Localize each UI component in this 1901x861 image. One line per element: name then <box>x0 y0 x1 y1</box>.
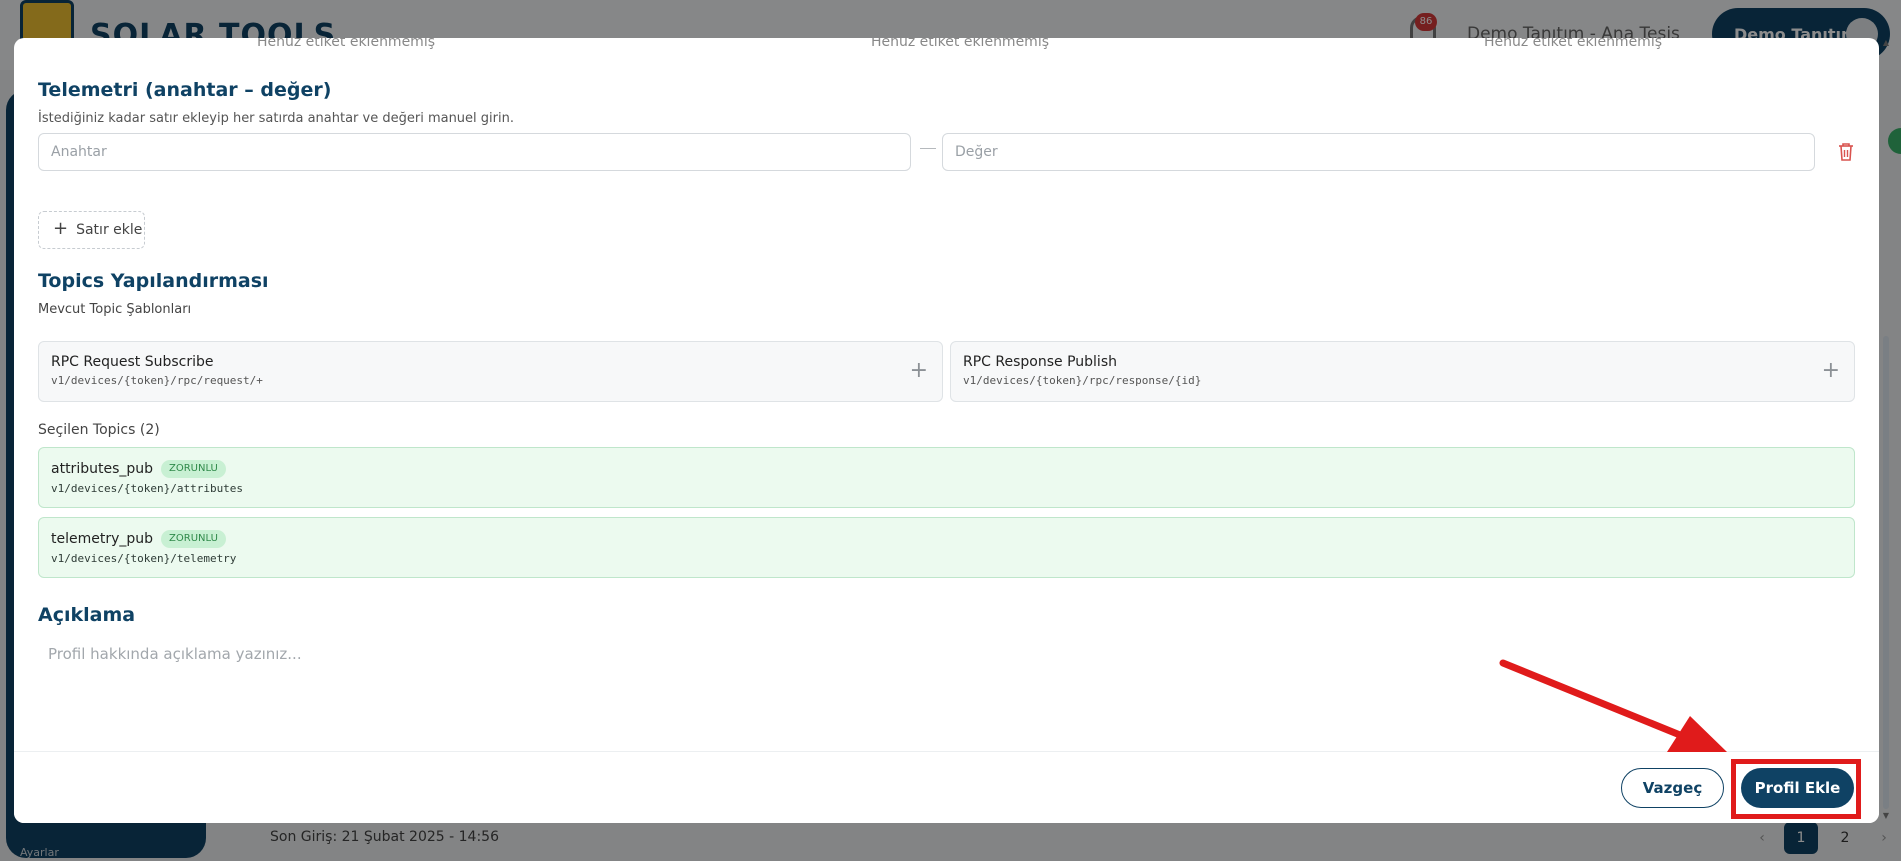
selected-topics-label: Seçilen Topics (2) <box>38 422 160 438</box>
modal-scrollbar[interactable]: ▲ ▼ <box>1881 38 1891 823</box>
topic-templates-label: Mevcut Topic Şablonları <box>38 302 192 317</box>
required-badge: ZORUNLU <box>161 530 226 548</box>
topics-section-title: Topics Yapılandırması <box>38 270 269 292</box>
selected-topic-path: v1/devices/{token}/attributes <box>51 482 244 495</box>
add-topic-icon[interactable]: + <box>910 358 928 383</box>
add-row-label: Satır ekle <box>76 222 143 238</box>
key-value-separator <box>920 148 936 149</box>
add-profile-modal: Henüz etiket eklenmemiş Henüz etiket ekl… <box>14 38 1879 823</box>
telemetry-value-input[interactable]: Değer <box>942 133 1815 171</box>
topic-template-name: RPC Request Subscribe <box>51 354 214 370</box>
plus-icon: + <box>53 218 69 239</box>
modal-body: Henüz etiket eklenmemiş Henüz etiket ekl… <box>14 38 1879 751</box>
selected-topic-path: v1/devices/{token}/telemetry <box>51 552 237 565</box>
cancel-button[interactable]: Vazgeç <box>1621 768 1724 808</box>
scroll-down-icon[interactable]: ▼ <box>1881 811 1891 820</box>
topic-template-card[interactable]: RPC Response Publish v1/devices/{token}/… <box>950 341 1855 402</box>
required-badge: ZORUNLU <box>161 460 226 478</box>
selected-topic-name: telemetry_pub <box>51 531 154 547</box>
selected-topic-card: attributes_pub ZORUNLU v1/devices/{token… <box>38 447 1855 508</box>
selected-topic-name: attributes_pub <box>51 461 154 477</box>
scrollbar-thumb[interactable] <box>1883 336 1889 809</box>
tag-empty-hint: Henüz etiket eklenmemiş <box>871 38 1050 50</box>
topic-template-name: RPC Response Publish <box>963 354 1117 370</box>
topic-template-card[interactable]: RPC Request Subscribe v1/devices/{token}… <box>38 341 943 402</box>
scroll-up-icon[interactable]: ▲ <box>1881 38 1891 47</box>
description-section-title: Açıklama <box>38 604 136 626</box>
add-row-button[interactable]: + Satır ekle <box>38 211 145 249</box>
description-textarea[interactable]: Profil hakkında açıklama yazınız... <box>38 639 1855 699</box>
trash-icon[interactable] <box>1836 141 1856 163</box>
tag-hints-row: Henüz etiket eklenmemiş Henüz etiket ekl… <box>14 38 1879 54</box>
modal-footer: Vazgeç Profil Ekle <box>14 751 1879 823</box>
tag-empty-hint: Henüz etiket eklenmemiş <box>257 38 436 50</box>
telemetry-section-title: Telemetri (anahtar – değer) <box>38 79 332 101</box>
tag-empty-hint: Henüz etiket eklenmemiş <box>1484 38 1663 50</box>
telemetry-description: İstediğiniz kadar satır ekleyip her satı… <box>38 111 514 126</box>
add-topic-icon[interactable]: + <box>1822 358 1840 383</box>
selected-topic-card: telemetry_pub ZORUNLU v1/devices/{token}… <box>38 517 1855 578</box>
topic-template-path: v1/devices/{token}/rpc/request/+ <box>51 374 263 387</box>
topic-template-path: v1/devices/{token}/rpc/response/{id} <box>963 374 1202 387</box>
highlight-box <box>1731 759 1861 819</box>
telemetry-key-input[interactable]: Anahtar <box>38 133 911 171</box>
